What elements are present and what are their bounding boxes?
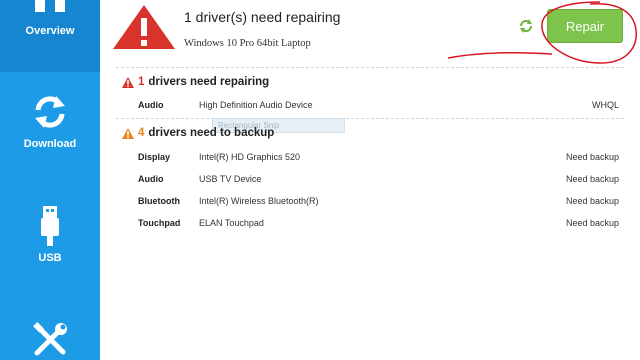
driver-status: Need backup xyxy=(565,196,619,206)
warning-triangle-icon xyxy=(113,5,175,49)
driver-device: Intel(R) HD Graphics 520 xyxy=(199,152,301,162)
nav-overview-label: Overview xyxy=(25,25,75,37)
system-info: Windows 10 Pro 64bit Laptop xyxy=(184,38,311,49)
repair-count: 1 xyxy=(138,76,145,88)
page-title: 1 driver(s) need repairing xyxy=(184,9,341,25)
home-icon xyxy=(35,0,65,12)
divider xyxy=(116,67,624,68)
driver-status: WHQL xyxy=(592,100,619,110)
nav-download[interactable]: Download xyxy=(0,72,100,182)
repair-button[interactable]: Repair xyxy=(547,9,623,43)
nav-usb[interactable]: USB xyxy=(0,182,100,292)
repair-section-title: 1 drivers need repairing xyxy=(122,76,269,88)
table-row[interactable]: Bluetooth Intel(R) Wireless Bluetooth(R)… xyxy=(138,196,624,212)
backup-section-label: drivers need to backup xyxy=(148,127,275,139)
divider xyxy=(116,118,624,119)
driver-category: Audio xyxy=(138,100,164,110)
driver-status: Need backup xyxy=(565,218,619,228)
table-row[interactable]: Audio USB TV Device Need backup xyxy=(138,174,624,190)
usb-icon xyxy=(41,206,59,246)
nav-tools[interactable] xyxy=(0,292,100,360)
backup-count: 4 xyxy=(138,127,145,139)
driver-device: ELAN Touchpad xyxy=(199,218,264,228)
rescan-icon[interactable] xyxy=(519,19,533,33)
table-row[interactable]: Display Intel(R) HD Graphics 520 Need ba… xyxy=(138,152,624,168)
sidebar: Overview Download USB xyxy=(0,0,100,360)
driver-category: Bluetooth xyxy=(138,196,180,206)
table-row[interactable]: Touchpad ELAN Touchpad Need backup xyxy=(138,218,624,234)
driver-category: Display xyxy=(138,152,171,162)
nav-overview[interactable]: Overview xyxy=(0,0,100,72)
driver-category: Touchpad xyxy=(138,218,181,228)
backup-section-title: 4 drivers need to backup xyxy=(122,127,274,139)
driver-device: High Definition Audio Device xyxy=(199,100,313,110)
warning-red-icon xyxy=(122,76,134,88)
repair-section-label: drivers need repairing xyxy=(148,76,270,88)
driver-category: Audio xyxy=(138,174,164,184)
warning-orange-icon xyxy=(122,127,134,139)
driver-status: Need backup xyxy=(565,152,619,162)
nav-usb-label: USB xyxy=(38,252,62,264)
driver-device: Intel(R) Wireless Bluetooth(R) xyxy=(199,196,319,206)
driver-status: Need backup xyxy=(565,174,619,184)
nav-download-label: Download xyxy=(23,138,77,150)
tools-icon xyxy=(33,322,67,356)
table-row[interactable]: Audio High Definition Audio Device WHQL xyxy=(138,100,624,116)
refresh-arrows-icon xyxy=(35,96,65,128)
driver-device: USB TV Device xyxy=(199,174,262,184)
